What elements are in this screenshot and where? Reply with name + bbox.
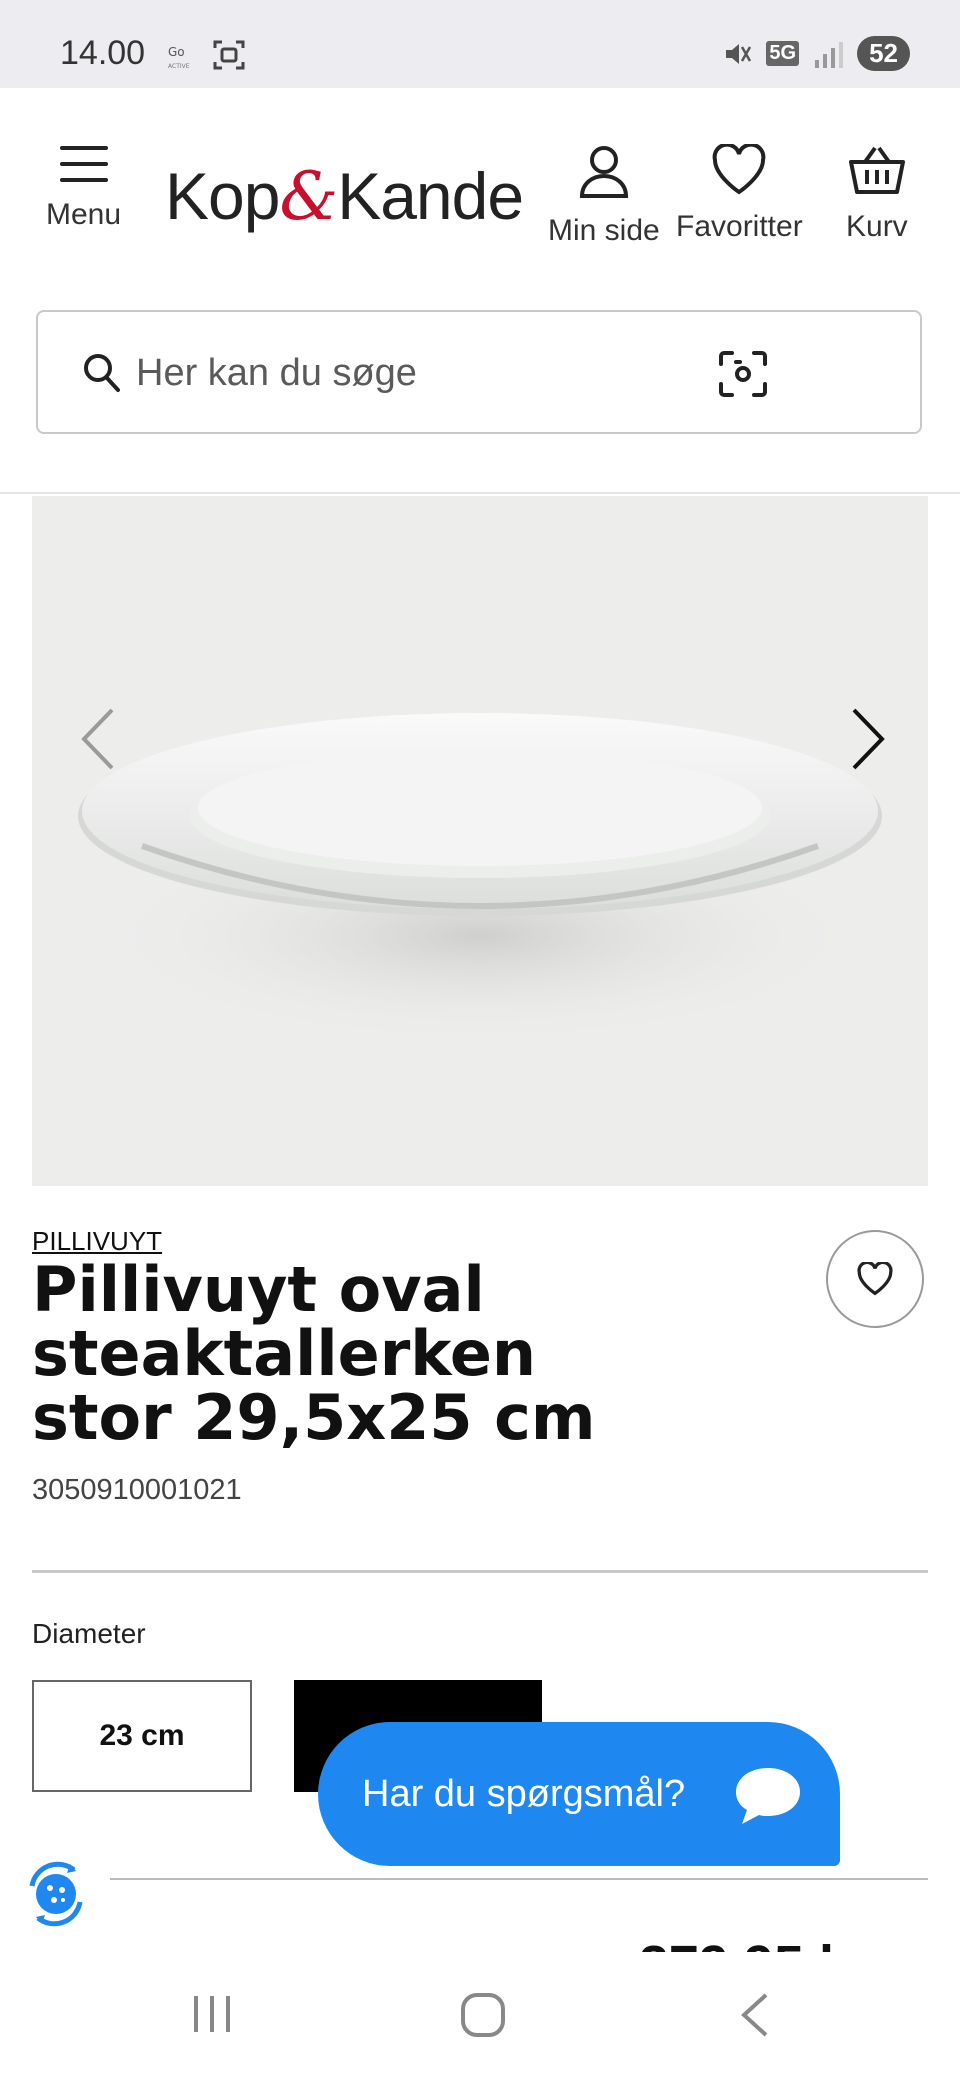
go-active-icon: Go ACTIVE	[168, 45, 190, 70]
product-sku: 3050910001021	[32, 1474, 242, 1506]
section-divider	[110, 1878, 928, 1880]
system-navigation-bar	[0, 1952, 960, 2080]
site-logo[interactable]: Kop&Kande	[165, 158, 524, 235]
status-bar: 14.00 Go ACTIVE 5G 52	[0, 0, 960, 88]
status-time: 14.00	[60, 34, 146, 72]
account-button[interactable]: Min side	[548, 144, 660, 248]
user-icon	[579, 146, 628, 198]
network-type: 5G	[766, 41, 800, 66]
speech-bubble-icon	[736, 1768, 800, 1824]
basket-icon	[848, 146, 905, 194]
section-divider	[32, 1570, 928, 1573]
favorites-button[interactable]: Favoritter	[676, 144, 803, 244]
heart-icon	[857, 1262, 893, 1296]
size-option-23cm[interactable]: 23 cm	[32, 1680, 252, 1792]
size-option-label: 23 cm	[99, 1719, 185, 1752]
svg-text:Go: Go	[168, 45, 185, 59]
site-header: Menu Kop&Kande Min side Favoritter Kurv	[0, 88, 960, 288]
battery-indicator: 52	[857, 36, 910, 71]
menu-button[interactable]: Menu	[46, 144, 121, 232]
search-bar	[36, 310, 922, 434]
heart-icon	[712, 144, 766, 195]
mute-icon	[726, 43, 752, 64]
svg-text:ACTIVE: ACTIVE	[168, 63, 190, 70]
favorites-label: Favoritter	[676, 210, 803, 243]
cart-label: Kurv	[846, 210, 908, 243]
gallery-prev-icon[interactable]	[78, 706, 118, 772]
product-image-plate	[78, 713, 882, 1046]
status-right-icons: 5G 52	[722, 36, 910, 71]
search-icon[interactable]	[82, 352, 122, 394]
product-title: Pillivuyt oval steaktallerken stor 29,5x…	[32, 1253, 596, 1454]
add-to-favorites-button[interactable]	[826, 1230, 924, 1328]
home-icon[interactable]	[460, 1992, 506, 2038]
diameter-label: Diameter	[32, 1618, 146, 1649]
logo-ampersand: &	[279, 158, 338, 235]
product-image-gallery[interactable]	[32, 496, 928, 1186]
signal-icon	[815, 41, 844, 68]
account-label: Min side	[548, 214, 660, 247]
logo-text-right: Kande	[337, 159, 524, 233]
product-price: 279,95 kr	[639, 1938, 870, 1952]
cookie-settings-icon[interactable]	[18, 1856, 94, 1932]
back-icon[interactable]	[738, 1992, 770, 2038]
status-left-icons: Go ACTIVE	[168, 38, 246, 72]
cart-button[interactable]: Kurv	[846, 144, 908, 244]
price-text: 279,95 kr	[639, 1938, 870, 1952]
recent-apps-icon[interactable]	[190, 1992, 234, 2036]
chat-help-button[interactable]: Har du spørgsmål?	[318, 1722, 840, 1866]
header-divider	[0, 492, 960, 494]
hamburger-icon	[59, 146, 108, 182]
gallery-next-icon[interactable]	[848, 706, 888, 772]
chat-label: Har du spørgsmål?	[362, 1772, 686, 1815]
search-input[interactable]	[134, 340, 698, 406]
screenshot-icon	[213, 40, 245, 70]
menu-label: Menu	[46, 198, 122, 231]
logo-text-left: Kop	[165, 159, 280, 233]
camera-scan-icon[interactable]	[718, 350, 768, 398]
